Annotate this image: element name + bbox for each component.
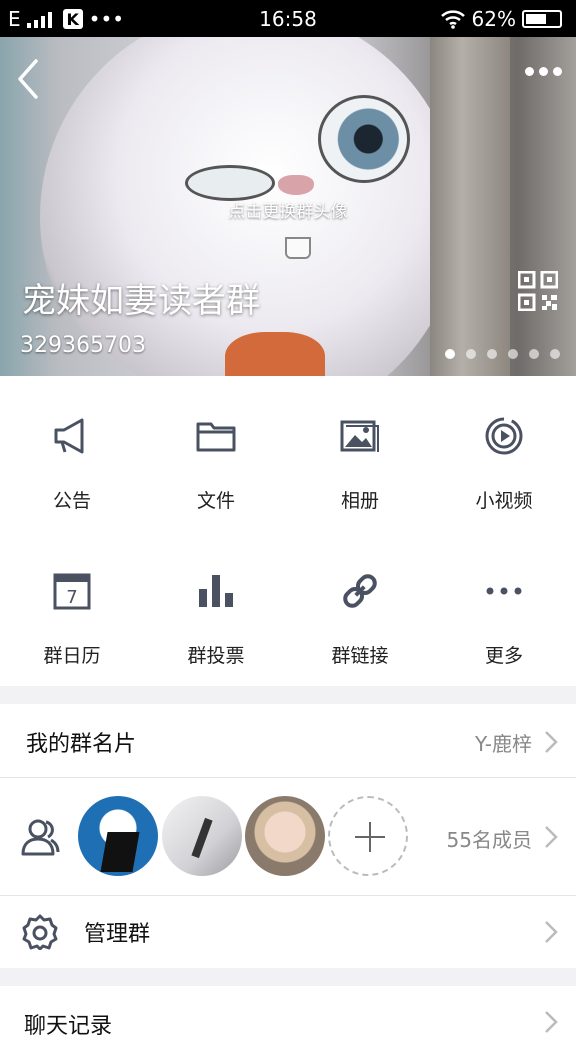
qr-code-icon[interactable]	[518, 271, 558, 311]
action-files[interactable]: 文件	[144, 376, 288, 531]
status-right: 62%	[440, 7, 562, 31]
group-id: 329365703	[20, 333, 146, 358]
action-more[interactable]: 更多	[432, 531, 576, 686]
calendar-icon: 7	[53, 573, 91, 610]
action-label: 相册	[340, 490, 379, 512]
carrot	[225, 332, 325, 376]
action-label: 群投票	[187, 645, 245, 667]
link-icon	[343, 574, 377, 608]
member-count: 55名成员	[446, 828, 532, 852]
folder-icon	[196, 422, 236, 452]
action-label: 更多	[484, 645, 523, 667]
calendar-day: 7	[66, 587, 77, 608]
action-calendar[interactable]: 7 群日历	[0, 531, 144, 686]
gear-icon	[22, 914, 58, 950]
action-vote[interactable]: 群投票	[144, 531, 288, 686]
bar-chart-icon	[199, 575, 233, 607]
bunny-eye-left	[185, 165, 275, 201]
battery-fill	[526, 14, 546, 24]
my-group-card-value: Y-鹿梓	[474, 732, 532, 756]
member-avatar[interactable]	[78, 796, 158, 876]
group-header[interactable]: 点击更换群头像 宠妹如妻读者群 329365703	[0, 37, 576, 376]
status-bar: E K ••• 16:58 62%	[0, 0, 576, 37]
members-row[interactable]: 55名成员	[0, 778, 576, 896]
my-group-card-label: 我的群名片	[26, 732, 137, 757]
carousel-dot[interactable]	[529, 349, 539, 359]
add-member-button[interactable]	[328, 796, 408, 876]
action-short-video[interactable]: 小视频	[432, 376, 576, 531]
action-label: 公告	[52, 490, 91, 512]
back-arrow-icon[interactable]	[14, 57, 44, 101]
chevron-right-icon	[545, 731, 558, 753]
action-label: 小视频	[475, 490, 533, 512]
chevron-right-icon	[545, 921, 558, 943]
carousel-dot[interactable]	[508, 349, 518, 359]
action-label: 群链接	[331, 645, 389, 667]
more-icon	[486, 587, 522, 595]
manage-group-row[interactable]: 管理群	[0, 896, 576, 968]
carousel-dot[interactable]	[466, 349, 476, 359]
chat-history-row[interactable]: 聊天记录	[0, 986, 576, 1046]
member-avatar[interactable]	[245, 796, 325, 876]
megaphone-icon	[54, 418, 84, 454]
more-options-icon[interactable]	[525, 67, 562, 76]
carousel-dot[interactable]	[487, 349, 497, 359]
bunny-eye-right	[318, 95, 410, 183]
members-icon	[21, 819, 60, 856]
member-avatar[interactable]	[162, 796, 242, 876]
action-label: 文件	[196, 490, 235, 512]
carousel-dot[interactable]	[445, 349, 455, 359]
action-group-link[interactable]: 群链接	[288, 531, 432, 686]
carousel-dot[interactable]	[550, 349, 560, 359]
carousel-indicator	[445, 349, 560, 359]
action-announcement[interactable]: 公告	[0, 376, 144, 531]
chat-history-label: 聊天记录	[24, 1014, 113, 1039]
wifi-icon	[440, 10, 465, 29]
album-icon	[340, 420, 379, 452]
action-label: 群日历	[43, 645, 101, 667]
video-icon	[485, 417, 523, 455]
bunny-nose	[278, 175, 314, 195]
battery-percent: 62%	[471, 7, 516, 31]
action-grid: 公告 文件 相册 小视频 7 群日历 群投票 群链接 更多	[0, 376, 576, 686]
group-name: 宠妹如妻读者群	[22, 281, 260, 321]
manage-group-label: 管理群	[84, 922, 151, 947]
bunny-teeth	[285, 237, 311, 259]
battery-icon	[522, 10, 562, 28]
my-group-card-row[interactable]: 我的群名片 Y-鹿梓	[0, 704, 576, 778]
change-avatar-hint[interactable]: 点击更换群头像	[0, 197, 576, 222]
chevron-right-icon	[545, 826, 558, 848]
chevron-right-icon	[545, 1011, 558, 1033]
action-album[interactable]: 相册	[288, 376, 432, 531]
